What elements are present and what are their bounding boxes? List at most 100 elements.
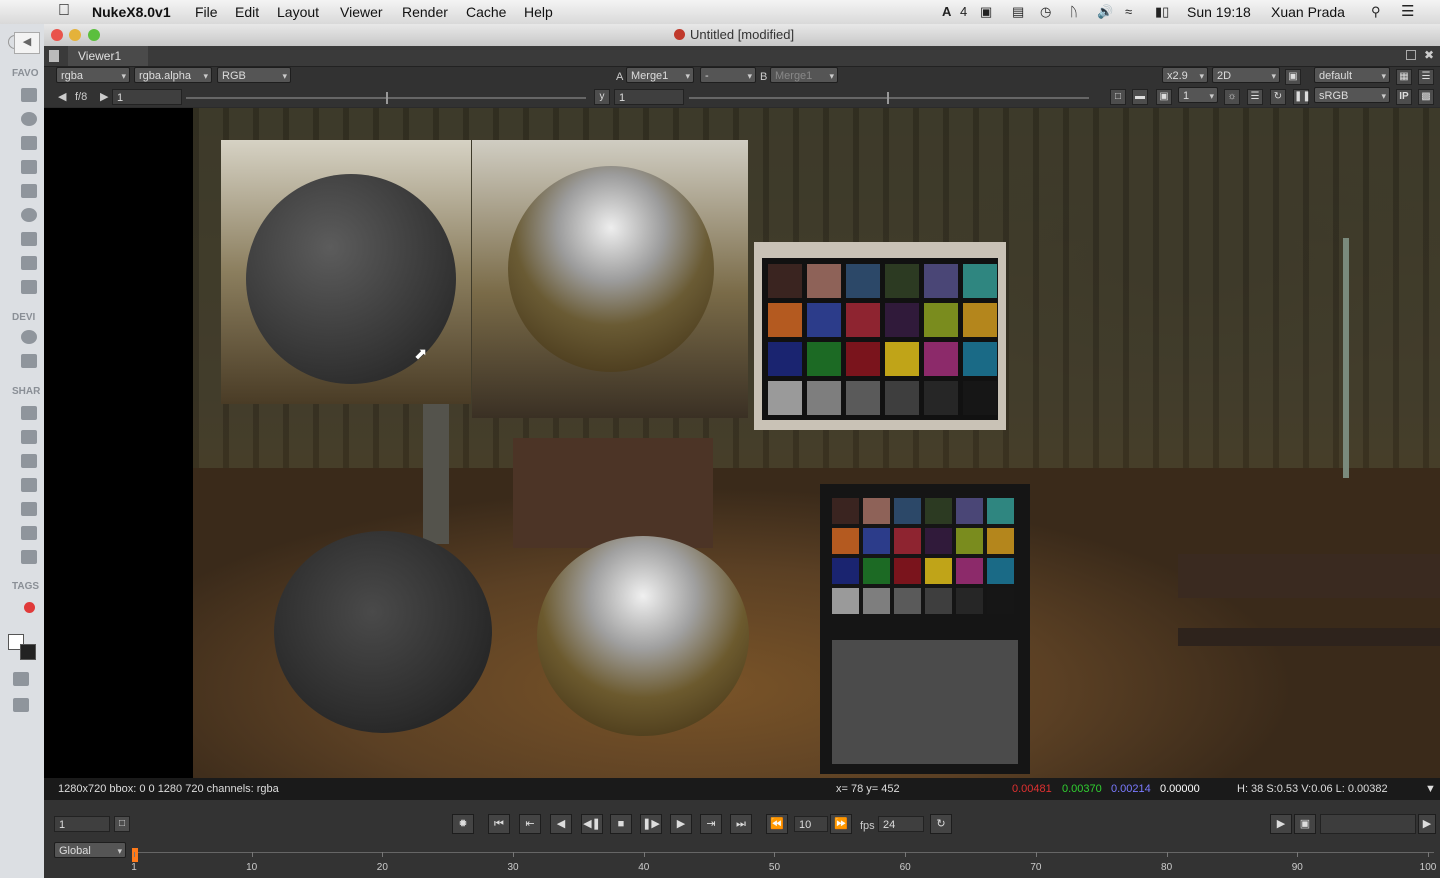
desktop-icon[interactable] xyxy=(21,160,37,174)
shared-computer-icon[interactable] xyxy=(21,406,37,420)
pictures-icon[interactable] xyxy=(21,280,37,294)
lock-view-icon[interactable]: ▣ xyxy=(1285,69,1301,85)
viewer-canvas[interactable]: ⬈ xyxy=(44,108,1440,778)
last-frame-button[interactable]: ⏭ xyxy=(730,814,752,834)
music-icon[interactable] xyxy=(21,256,37,270)
shared-computer-icon[interactable] xyxy=(21,550,37,564)
lut-dropdown[interactable]: default xyxy=(1314,67,1390,84)
viewer-menu-icon[interactable]: ☰ xyxy=(1418,69,1434,85)
menu-help[interactable]: Help xyxy=(524,4,553,20)
loop-mode-icon[interactable]: ↻ xyxy=(930,814,952,834)
screen-record-icon[interactable]: ▣ xyxy=(980,4,992,20)
adobe-icon[interactable]: A xyxy=(942,4,951,19)
network-icon[interactable] xyxy=(21,112,37,126)
menu-file[interactable]: File xyxy=(195,4,218,20)
info-expand-icon[interactable]: ▼ xyxy=(1425,783,1436,795)
wifi-icon[interactable]: ≈ xyxy=(1125,4,1132,19)
shared-monitor-icon[interactable] xyxy=(21,430,37,444)
fps-field[interactable]: 24 xyxy=(878,816,924,832)
play-backward-button[interactable]: ◀❚ xyxy=(581,814,603,834)
menu-layout[interactable]: Layout xyxy=(277,4,319,20)
quick-mask-icon[interactable] xyxy=(13,672,29,686)
fstop-decrease-icon[interactable]: ◀ xyxy=(58,89,66,105)
flipbook-icon[interactable]: ▶ xyxy=(1270,814,1292,834)
input-a-dropdown[interactable]: Merge1 xyxy=(626,67,694,84)
screen-mode-icon[interactable] xyxy=(13,698,29,712)
user-name[interactable]: Xuan Prada xyxy=(1271,4,1345,20)
stereo-icon[interactable]: ▩ xyxy=(1418,89,1434,105)
safe-area-icon[interactable]: ▬ xyxy=(1132,89,1148,105)
zoom-window-button[interactable] xyxy=(88,29,100,41)
spotlight-search-icon[interactable]: ⚲ xyxy=(1371,4,1381,20)
shared-monitor-icon[interactable] xyxy=(21,478,37,492)
overlay-icon[interactable]: ☰ xyxy=(1247,89,1263,105)
previous-keyframe-button[interactable]: ⇤ xyxy=(519,814,541,834)
background-swatch-icon[interactable] xyxy=(20,644,36,660)
current-frame-marker[interactable] xyxy=(132,848,138,862)
shared-computer-icon[interactable] xyxy=(21,526,37,540)
menu-edit[interactable]: Edit xyxy=(235,4,259,20)
first-frame-button[interactable]: ⏮ xyxy=(488,814,510,834)
skip-back-button[interactable]: ⏪ xyxy=(766,814,788,834)
fstop-increase-icon[interactable]: ▶ xyxy=(100,89,108,105)
step-forward-button[interactable]: ▶ xyxy=(670,814,692,834)
menu-app-name[interactable]: NukeX8.0v1 xyxy=(92,4,171,20)
alpha-channel-dropdown[interactable]: rgba.alpha xyxy=(134,67,212,84)
timeline-scroll-icon[interactable]: ▶ xyxy=(1418,814,1436,834)
gamma-field[interactable]: 1 xyxy=(614,89,684,105)
documents-icon[interactable] xyxy=(21,88,37,102)
gain-field[interactable]: 1 xyxy=(112,89,182,105)
input-b-dropdown[interactable]: Merge1 xyxy=(770,67,838,84)
battery-menu-icon[interactable]: ▤ xyxy=(1012,4,1024,20)
shared-monitor-icon[interactable] xyxy=(21,502,37,516)
downloads-icon[interactable] xyxy=(21,208,37,222)
wipe-mode-dropdown[interactable]: - xyxy=(700,67,756,84)
clip-warning-icon[interactable]: □ xyxy=(1110,89,1126,105)
lock-frame-icon[interactable]: □ xyxy=(114,816,130,832)
colorspace-dropdown[interactable]: sRGB xyxy=(1314,87,1390,104)
refresh-icon[interactable]: ↻ xyxy=(1270,89,1286,105)
color-picker-icon[interactable]: ☼ xyxy=(1224,89,1240,105)
clock[interactable]: Sun 19:18 xyxy=(1187,4,1251,20)
volume-icon[interactable]: 🔊 xyxy=(1097,4,1113,20)
display-channels-dropdown[interactable]: RGB xyxy=(217,67,291,84)
playback-settings-icon[interactable]: ✹ xyxy=(452,814,474,834)
drive-icon[interactable] xyxy=(21,354,37,368)
roi-icon[interactable]: ▦ xyxy=(1396,69,1412,85)
tab-viewer1[interactable]: Viewer1 xyxy=(68,46,148,66)
frame-increment-field[interactable]: 10 xyxy=(794,816,828,832)
next-keyframe-button[interactable]: ⇥ xyxy=(700,814,722,834)
frame-field[interactable]: 1 xyxy=(54,816,110,832)
back-arrow-icon[interactable]: ◀ xyxy=(14,32,40,54)
battery-icon[interactable]: ▮▯ xyxy=(1155,4,1169,20)
stop-button[interactable]: ■ xyxy=(610,814,632,834)
gamma-slider[interactable] xyxy=(689,92,1089,104)
applications-icon[interactable] xyxy=(21,136,37,150)
close-pane-icon[interactable]: ✖ xyxy=(1424,48,1434,62)
close-window-button[interactable] xyxy=(51,29,63,41)
proxy-scale-dropdown[interactable]: 1 xyxy=(1178,87,1218,104)
gain-slider[interactable] xyxy=(186,92,586,104)
bluetooth-icon[interactable]: ᚢ xyxy=(1070,4,1078,19)
menu-render[interactable]: Render xyxy=(402,4,448,20)
pane-menu-icon[interactable] xyxy=(49,50,59,62)
disk-icon[interactable] xyxy=(21,330,37,344)
float-pane-icon[interactable] xyxy=(1406,50,1416,60)
view-mode-dropdown[interactable]: 2D xyxy=(1212,67,1280,84)
range-mode-dropdown[interactable]: Global xyxy=(54,842,126,859)
notification-center-icon[interactable]: ☰ xyxy=(1401,2,1414,20)
play-forward-button[interactable]: ❚▶ xyxy=(640,814,662,834)
skip-forward-button[interactable]: ⏩ xyxy=(830,814,852,834)
proxy-icon[interactable]: ▣ xyxy=(1156,89,1172,105)
zoom-dropdown[interactable]: x2.9 xyxy=(1162,67,1208,84)
apple-icon[interactable]:  xyxy=(58,2,70,20)
input-process-button[interactable]: IP xyxy=(1396,89,1412,105)
timeline[interactable]: 1 10 20 30 40 50 60 70 80 90 100 xyxy=(131,848,1436,876)
files-icon[interactable] xyxy=(21,184,37,198)
step-back-button[interactable]: ◀ xyxy=(550,814,572,834)
movies-icon[interactable] xyxy=(21,232,37,246)
red-tag-icon[interactable] xyxy=(24,602,35,613)
pause-icon[interactable]: ❚❚ xyxy=(1293,89,1311,105)
shared-monitor-icon[interactable] xyxy=(21,454,37,468)
channels-dropdown[interactable]: rgba xyxy=(56,67,130,84)
